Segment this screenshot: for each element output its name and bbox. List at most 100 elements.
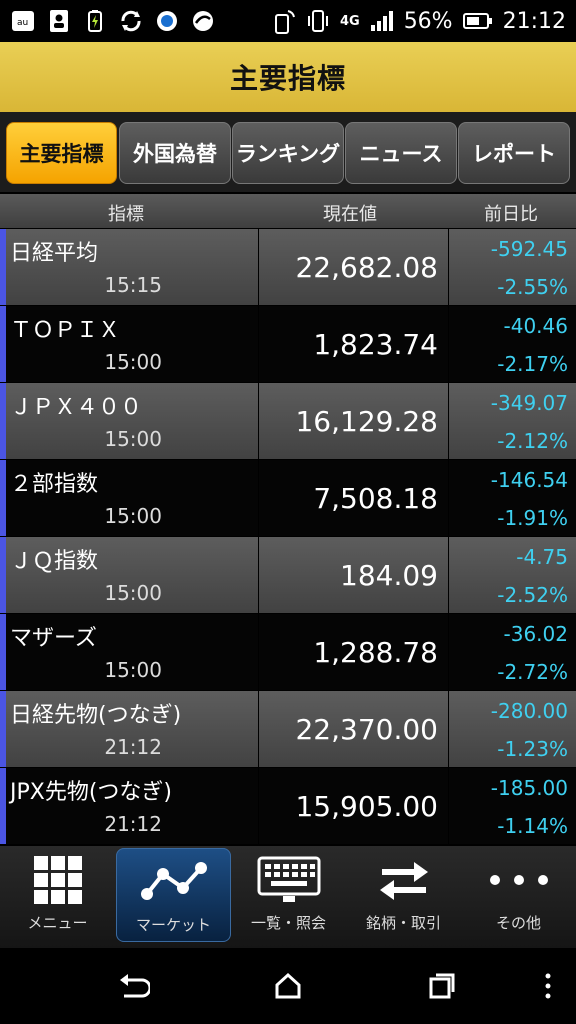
table-row[interactable]: ２部指数 15:00 7,508.18 -146.54 -1.91%	[0, 460, 576, 537]
tab-main-indicators[interactable]: 主要指標	[6, 122, 117, 184]
table-row[interactable]: 日経先物(つなぎ) 21:12 22,370.00 -280.00 -1.23%	[0, 691, 576, 768]
indicator-time: 15:00	[104, 427, 162, 451]
tab-bar: 主要指標 外国為替 ランキング ニュース レポート	[0, 112, 576, 192]
nav-label: 銘柄・取引	[365, 914, 441, 932]
battery-saver-icon	[82, 8, 108, 34]
clock: 21:12	[502, 8, 566, 34]
network-type: 4G	[339, 13, 360, 29]
indicator-time: 15:00	[104, 581, 162, 605]
indicator-name: ＪＰＸ４００	[10, 395, 143, 420]
nav-list-inquiry[interactable]: 一覧・照会	[231, 846, 346, 948]
vertical-dots-icon	[545, 973, 551, 999]
indicator-change: -185.00	[490, 776, 568, 800]
indicator-change-pct: -2.17%	[497, 352, 568, 376]
nav-label: 一覧・照会	[250, 914, 326, 932]
nav-label: その他	[495, 914, 541, 932]
signal-icon	[370, 11, 393, 31]
back-button[interactable]	[114, 966, 154, 1006]
tab-label: ランキング	[235, 142, 341, 166]
phone-wifi-icon	[274, 10, 295, 34]
page-title: 主要指標	[229, 62, 346, 95]
grid-icon	[33, 856, 82, 904]
indicator-change-pct: -2.12%	[497, 429, 568, 453]
tab-ranking[interactable]: ランキング	[232, 122, 344, 184]
indicator-change: -280.00	[490, 699, 568, 723]
table-header: 指標 現在値 前日比	[0, 194, 576, 228]
home-button[interactable]	[268, 966, 308, 1006]
indicator-change-pct: -1.91%	[497, 506, 568, 530]
indicator-change-pct: -1.14%	[497, 814, 568, 838]
indicator-time: 15:00	[104, 658, 162, 682]
nav-label: メニュー	[27, 914, 88, 932]
indicator-name: JPX先物(つなぎ)	[10, 780, 172, 805]
table-row[interactable]: JPX先物(つなぎ) 21:12 15,905.00 -185.00 -1.14%	[0, 768, 576, 845]
indicator-change: -349.07	[490, 391, 568, 415]
carrier-app-icon: au	[10, 8, 36, 34]
indicator-name: ＴＯＰＩＸ	[10, 318, 121, 343]
table-row[interactable]: マザーズ 15:00 1,288.78 -36.02 -2.72%	[0, 614, 576, 691]
indicator-price: 22,370.00	[295, 713, 438, 746]
more-dots-icon	[489, 875, 548, 885]
indicator-change: -36.02	[503, 622, 568, 646]
indicator-list: 日経平均 15:15 22,682.08 -592.45 -2.55% ＴＯＰＩＸ 1…	[0, 229, 576, 845]
indicator-change-pct: -2.72%	[497, 660, 568, 684]
page-header: 主要指標	[0, 42, 576, 112]
table-row[interactable]: ＴＯＰＩＸ 15:00 1,823.74 -40.46 -2.17%	[0, 306, 576, 383]
tab-label: ニュース	[359, 142, 443, 166]
swap-arrows-icon	[379, 862, 428, 900]
recents-icon	[429, 973, 455, 999]
vibrate-icon	[307, 10, 328, 32]
tab-news[interactable]: ニュース	[345, 122, 457, 184]
system-navigation-bar	[0, 948, 576, 1024]
indicator-price: 184.09	[340, 559, 438, 592]
table-row[interactable]: 日経平均 15:15 22,682.08 -592.45 -2.55%	[0, 229, 576, 306]
nav-other[interactable]: その他	[461, 846, 576, 948]
swirl-app-icon	[190, 8, 216, 34]
indicator-change: -592.45	[490, 237, 568, 261]
overflow-menu-button[interactable]	[528, 966, 568, 1006]
indicator-time: 15:00	[104, 350, 162, 374]
indicator-price: 16,129.28	[295, 405, 438, 438]
table-row[interactable]: ＪＰＸ４００ 15:00 16,129.28 -349.07 -2.12%	[0, 383, 576, 460]
indicator-name: ２部指数	[10, 472, 99, 497]
indicator-name: ＪＱ指数	[10, 549, 99, 574]
indicator-change-pct: -1.23%	[497, 737, 568, 761]
sync-icon	[118, 8, 144, 34]
tab-label: 外国為替	[133, 142, 217, 166]
tab-label: レポート	[472, 142, 556, 166]
indicator-time: 15:15	[104, 273, 162, 297]
nav-market[interactable]: マーケット	[116, 848, 231, 942]
indicator-time: 21:12	[104, 735, 162, 759]
tab-forex[interactable]: 外国為替	[119, 122, 231, 184]
tab-report[interactable]: レポート	[458, 122, 570, 184]
nav-label: マーケット	[135, 916, 211, 934]
column-header-change: 前日比	[484, 204, 538, 225]
recents-button[interactable]	[422, 966, 462, 1006]
nav-menu[interactable]: メニュー	[0, 846, 115, 948]
nav-stock-trade[interactable]: 銘柄・取引	[346, 846, 461, 948]
indicator-change: -40.46	[503, 314, 568, 338]
indicator-name: 日経平均	[10, 241, 99, 266]
indicator-change-pct: -2.55%	[497, 275, 568, 299]
indicator-price: 1,288.78	[313, 636, 438, 669]
indicator-price: 1,823.74	[313, 328, 438, 361]
indicator-change-pct: -2.52%	[497, 583, 568, 607]
indicator-change: -4.75	[516, 545, 568, 569]
indicator-time: 21:12	[104, 812, 162, 836]
column-header-price: 現在値	[323, 204, 377, 225]
indicator-name: 日経先物(つなぎ)	[10, 703, 182, 728]
indicator-price: 7,508.18	[313, 482, 438, 515]
indicator-price: 22,682.08	[295, 251, 438, 284]
column-header-name: 指標	[108, 204, 144, 225]
tab-label: 主要指標	[19, 142, 104, 166]
indicator-change: -146.54	[490, 468, 568, 492]
indicator-price: 15,905.00	[295, 790, 438, 823]
home-icon	[275, 972, 301, 999]
svg-text:au: au	[17, 18, 28, 28]
indicator-name: マザーズ	[10, 626, 97, 651]
indicator-time: 15:00	[104, 504, 162, 528]
keyboard-monitor-icon	[257, 856, 320, 902]
battery-icon	[462, 13, 492, 29]
chart-line-icon	[140, 862, 207, 900]
table-row[interactable]: ＪＱ指数 15:00 184.09 -4.75 -2.52%	[0, 537, 576, 614]
